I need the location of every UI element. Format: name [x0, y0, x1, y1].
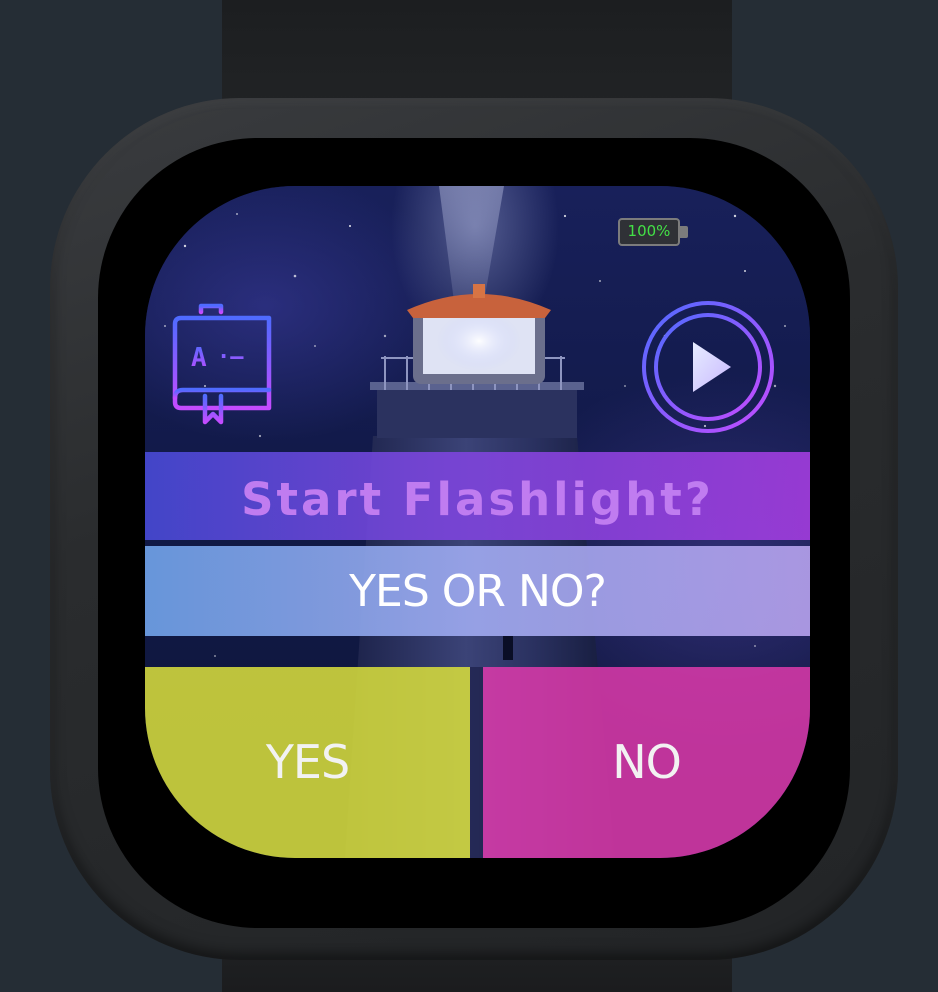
yes-button[interactable]: YES — [145, 667, 470, 858]
title-banner: Start Flashlight? — [145, 452, 810, 540]
watch-screen: 100% A ·– Start Flashlight? YES OR NO? Y… — [145, 186, 810, 858]
no-button[interactable]: NO — [483, 667, 810, 858]
prompt-subtitle: YES OR NO? — [349, 566, 607, 617]
book-icon-morse: ·– — [217, 345, 244, 370]
battery-cap — [680, 226, 688, 238]
play-icon — [693, 342, 731, 392]
watch-stage: 100% A ·– Start Flashlight? YES OR NO? Y… — [0, 0, 938, 992]
morse-book-icon[interactable]: A ·– — [171, 302, 277, 430]
play-button[interactable] — [639, 298, 777, 436]
battery-indicator: 100% — [618, 218, 692, 248]
yes-button-label: YES — [265, 735, 350, 789]
subtitle-banner: YES OR NO? — [145, 546, 810, 636]
battery-level-text: 100% — [627, 222, 671, 240]
button-divider — [470, 667, 483, 858]
no-button-label: NO — [612, 735, 682, 789]
prompt-title: Start Flashlight? — [241, 473, 714, 526]
book-icon-letter: A — [191, 343, 207, 373]
